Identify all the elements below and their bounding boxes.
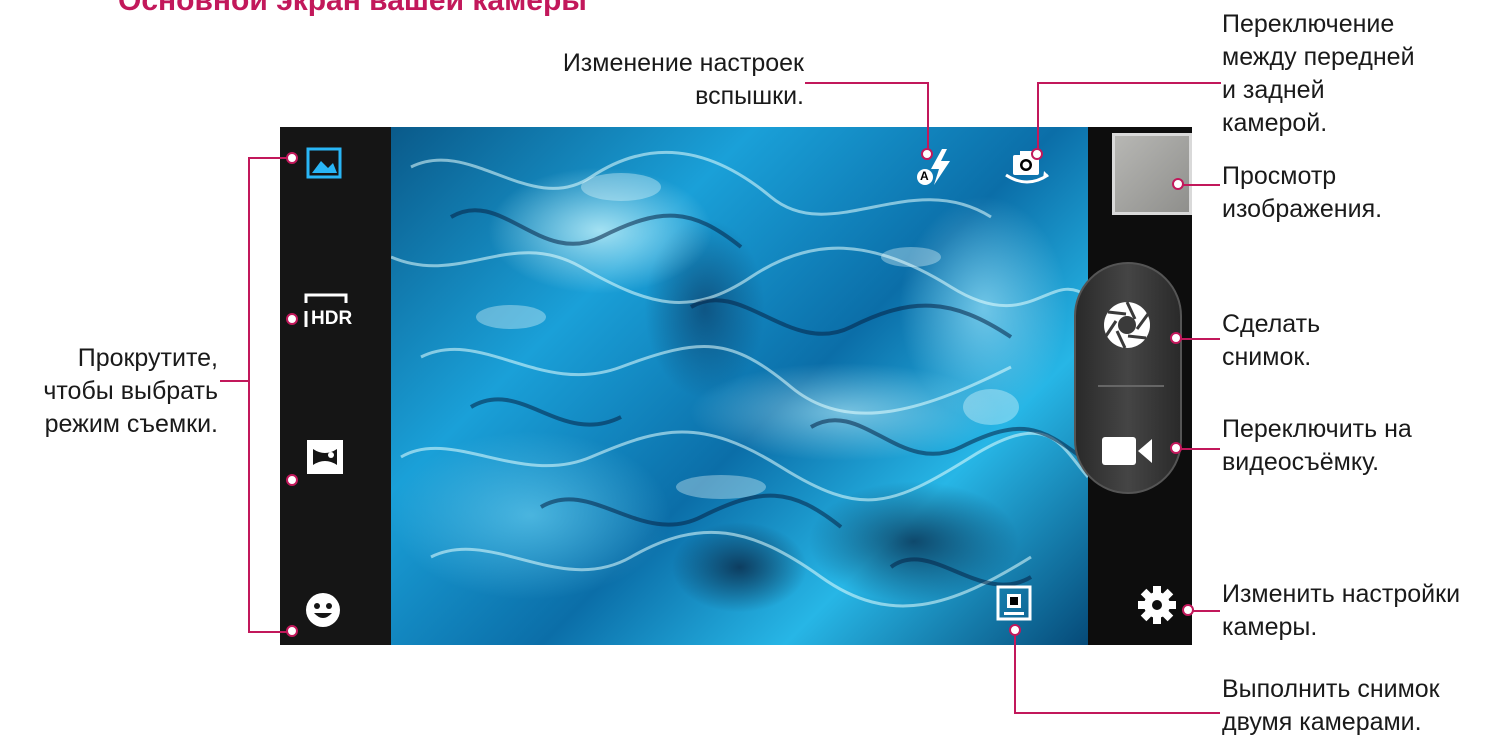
gear-icon[interactable] <box>1137 585 1177 625</box>
video-camera-icon[interactable] <box>1100 433 1154 469</box>
flash-mode-label: A <box>920 169 929 183</box>
mode-hdr-icon[interactable]: HDR <box>302 291 354 331</box>
switch-camera-icon[interactable] <box>1003 147 1051 187</box>
mode-face-icon[interactable] <box>305 592 341 628</box>
hdr-label: HDR <box>311 308 353 329</box>
water-caustics-texture <box>391 150 1088 608</box>
annotation-settings: Изменить настройки камеры. <box>1222 580 1461 641</box>
annotation-modes: Прокрутите, чтобы выбрать режим съемки. <box>43 344 218 438</box>
dual-camera-icon[interactable] <box>996 585 1032 621</box>
image-preview-thumbnail[interactable] <box>1112 133 1192 215</box>
annotation-preview: Просмотр изображения. <box>1222 162 1383 223</box>
annotation-dual: Выполнить снимок двумя камерами. <box>1222 675 1440 736</box>
shutter-icon[interactable] <box>1102 300 1152 350</box>
annotation-video: Переключить на видеосъёмку. <box>1222 415 1412 476</box>
annotation-take-photo: Сделать снимок. <box>1222 310 1321 371</box>
mode-picture-icon[interactable] <box>306 147 342 179</box>
mode-panorama-icon[interactable] <box>304 437 346 477</box>
mode-selector-bar[interactable] <box>280 127 391 645</box>
page-heading: Основной экран вашей камеры <box>118 0 587 17</box>
annotation-switch-camera: Переключение между передней и задней кам… <box>1222 10 1415 137</box>
annotation-flash: Изменение настроек вспышки. <box>562 49 804 110</box>
camera-screen: HDR A <box>280 127 1192 645</box>
shutter-divider <box>1098 385 1164 387</box>
viewfinder[interactable] <box>391 127 1088 645</box>
